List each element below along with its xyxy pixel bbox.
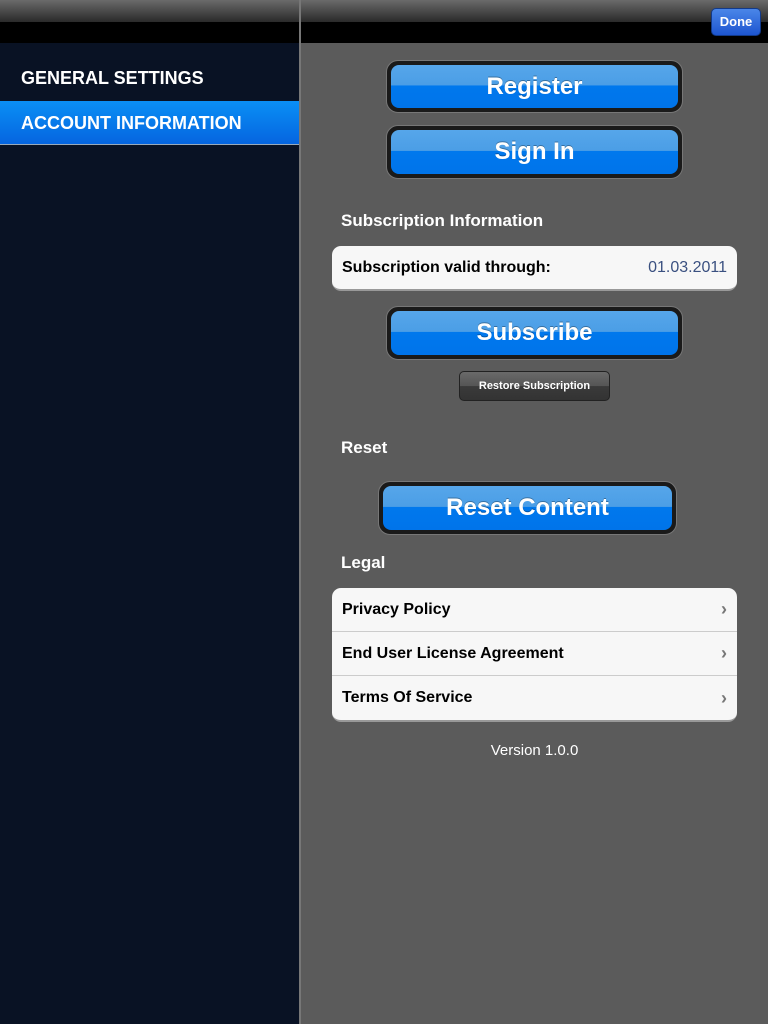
sidebar: GENERAL SETTINGS ACCOUNT INFORMATION — [0, 0, 299, 1024]
restore-subscription-button[interactable]: Restore Subscription — [459, 371, 610, 401]
done-button[interactable]: Done — [711, 8, 761, 36]
sign-in-button[interactable]: Sign In — [386, 125, 683, 179]
reset-content-button[interactable]: Reset Content — [378, 481, 677, 535]
eula-row[interactable]: End User License Agreement › — [332, 632, 737, 676]
register-button[interactable]: Register — [386, 60, 683, 113]
register-label: Register — [391, 65, 678, 108]
subscription-label: Subscription valid through: — [342, 259, 551, 276]
chevron-right-icon: › — [721, 599, 727, 619]
subscription-row: Subscription valid through: 01.03.2011 — [332, 246, 737, 290]
row-label: Privacy Policy — [342, 600, 451, 618]
reset-content-label: Reset Content — [383, 486, 672, 530]
row-label: Terms Of Service — [342, 689, 473, 706]
sidebar-item-account-information[interactable]: ACCOUNT INFORMATION — [0, 101, 299, 145]
chevron-right-icon: › — [721, 687, 727, 708]
legal-section-header: Legal — [341, 553, 386, 572]
row-label: End User License Agreement — [342, 644, 564, 662]
chevron-right-icon: › — [721, 643, 727, 663]
sign-in-label: Sign In — [391, 130, 678, 174]
sidebar-item-general-settings[interactable]: GENERAL SETTINGS — [0, 56, 299, 100]
subscribe-button[interactable]: Subscribe — [386, 306, 683, 360]
terms-of-service-row[interactable]: Terms Of Service › — [332, 676, 737, 720]
subscription-card: Subscription valid through: 01.03.2011 — [332, 246, 737, 291]
privacy-policy-row[interactable]: Privacy Policy › — [332, 588, 737, 632]
subscription-date: 01.03.2011 — [648, 259, 727, 276]
subscription-section-header: Subscription Information — [341, 211, 544, 230]
sidebar-toolbar — [0, 0, 299, 43]
version-label: Version 1.0.0 — [490, 742, 579, 759]
legal-list: Privacy Policy › End User License Agreeme… — [332, 588, 737, 722]
reset-section-header: Reset — [341, 438, 388, 457]
subscribe-label: Subscribe — [391, 311, 678, 355]
split-divider — [299, 0, 301, 1024]
main-toolbar — [301, 0, 768, 43]
